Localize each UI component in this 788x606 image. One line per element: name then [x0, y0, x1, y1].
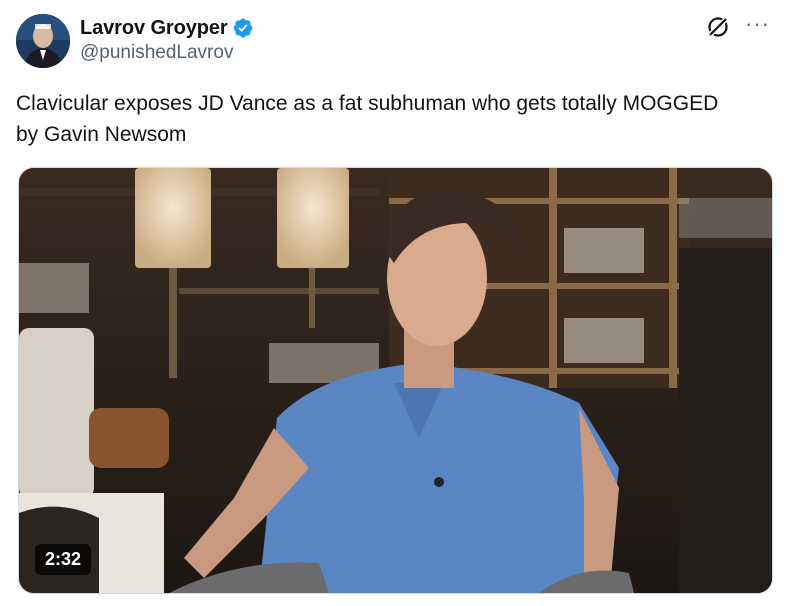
verified-badge-icon	[233, 18, 252, 38]
grok-icon[interactable]	[705, 14, 731, 40]
avatar[interactable]	[16, 14, 70, 68]
author-handle[interactable]: @punishedLavrov	[80, 42, 254, 64]
more-icon[interactable]: ···	[745, 13, 770, 35]
video-duration: 2:32	[35, 544, 92, 575]
author-block: Lavrov Groyper @punishedLavrov	[80, 16, 254, 64]
tweet-text: Clavicular exposes JD Vance as a fat sub…	[16, 92, 719, 146]
video-thumbnail	[19, 168, 772, 593]
author-name[interactable]: Lavrov Groyper	[80, 17, 228, 40]
tweet-actions-top: ···	[705, 13, 770, 40]
video-player[interactable]: 2:32	[18, 167, 773, 594]
tweet-card: Lavrov Groyper @punishedLavrov ··· Clavi…	[0, 0, 788, 606]
